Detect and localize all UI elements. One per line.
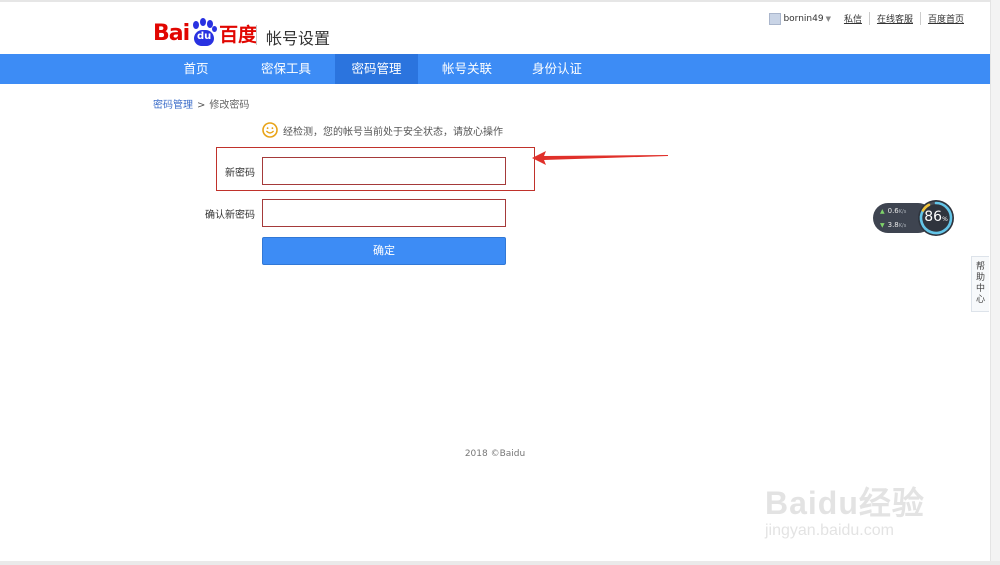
annotation-arrow-icon bbox=[532, 151, 668, 165]
avatar[interactable] bbox=[769, 12, 782, 25]
logo-text-paw: du bbox=[197, 31, 212, 42]
memory-percent: 86% bbox=[924, 209, 948, 225]
baidu-logo[interactable]: Bai du 百度 bbox=[153, 18, 257, 48]
user-bar: bornin49 ▼ 私信 在线客服 百度首页 bbox=[769, 12, 971, 25]
tab-identity-verification[interactable]: 身份认证 bbox=[515, 54, 599, 84]
watermark-url: jingyan.baidu.com bbox=[765, 522, 894, 539]
baidu-home-link[interactable]: 百度首页 bbox=[919, 12, 971, 25]
security-notice: 经检测，您的帐号当前处于安全状态，请放心操作 bbox=[262, 122, 503, 138]
scrollbar[interactable] bbox=[990, 0, 1000, 565]
messages-link[interactable]: 私信 bbox=[837, 12, 869, 25]
confirm-button[interactable]: 确定 bbox=[262, 237, 506, 265]
main-nav: 首页 密保工具 密码管理 帐号关联 身份认证 bbox=[0, 54, 1000, 84]
online-support-link[interactable]: 在线客服 bbox=[868, 12, 920, 25]
breadcrumb-current: 修改密码 bbox=[209, 100, 250, 111]
confirm-password-label: 确认新密码 bbox=[205, 210, 255, 221]
logo-text-cn: 百度 bbox=[219, 23, 258, 46]
footer-copyright: 2018 ©Baidu bbox=[464, 449, 526, 459]
upload-speed: ▲ 0.6K/s bbox=[880, 207, 907, 215]
paw-icon: du bbox=[190, 18, 218, 48]
watermark-brand: Baidu经验 bbox=[765, 485, 925, 521]
download-arrow-icon: ▼ bbox=[880, 222, 885, 229]
upload-arrow-icon: ▲ bbox=[880, 208, 885, 215]
network-speed-widget[interactable]: ▲ 0.6K/s ▼ 3.8K/s 86% bbox=[873, 200, 956, 238]
security-notice-text: 经检测，您的帐号当前处于安全状态，请放心操作 bbox=[283, 126, 503, 138]
baidu-jingyan-watermark: Baidu经验 jingyan.baidu.com bbox=[765, 468, 965, 548]
download-speed: ▼ 3.8K/s bbox=[880, 221, 907, 229]
smile-icon bbox=[262, 122, 278, 138]
new-password-input[interactable] bbox=[262, 157, 506, 185]
tab-security-tools[interactable]: 密保工具 bbox=[244, 54, 328, 84]
breadcrumb-password-management[interactable]: 密码管理 bbox=[153, 100, 193, 111]
tab-home[interactable]: 首页 bbox=[155, 54, 237, 84]
logo-divider bbox=[256, 25, 257, 45]
help-center-label: 帮助中心 bbox=[975, 262, 985, 305]
logo-text-latin: Bai bbox=[153, 20, 190, 46]
breadcrumb-separator: > bbox=[197, 100, 206, 111]
new-password-label: 新密码 bbox=[225, 168, 255, 179]
tab-account-linking[interactable]: 帐号关联 bbox=[425, 54, 509, 84]
help-center-tab[interactable]: 帮助中心 bbox=[971, 256, 989, 312]
tab-password-management[interactable]: 密码管理 bbox=[335, 54, 418, 84]
username-link[interactable]: bornin49 bbox=[783, 14, 823, 24]
top-border bbox=[0, 0, 1000, 2]
page-title: 帐号设置 bbox=[266, 29, 331, 48]
breadcrumb: 密码管理 > 修改密码 bbox=[153, 96, 249, 111]
bottom-border bbox=[0, 561, 1000, 565]
chevron-down-icon[interactable]: ▼ bbox=[826, 15, 831, 23]
confirm-password-input[interactable] bbox=[262, 199, 506, 227]
